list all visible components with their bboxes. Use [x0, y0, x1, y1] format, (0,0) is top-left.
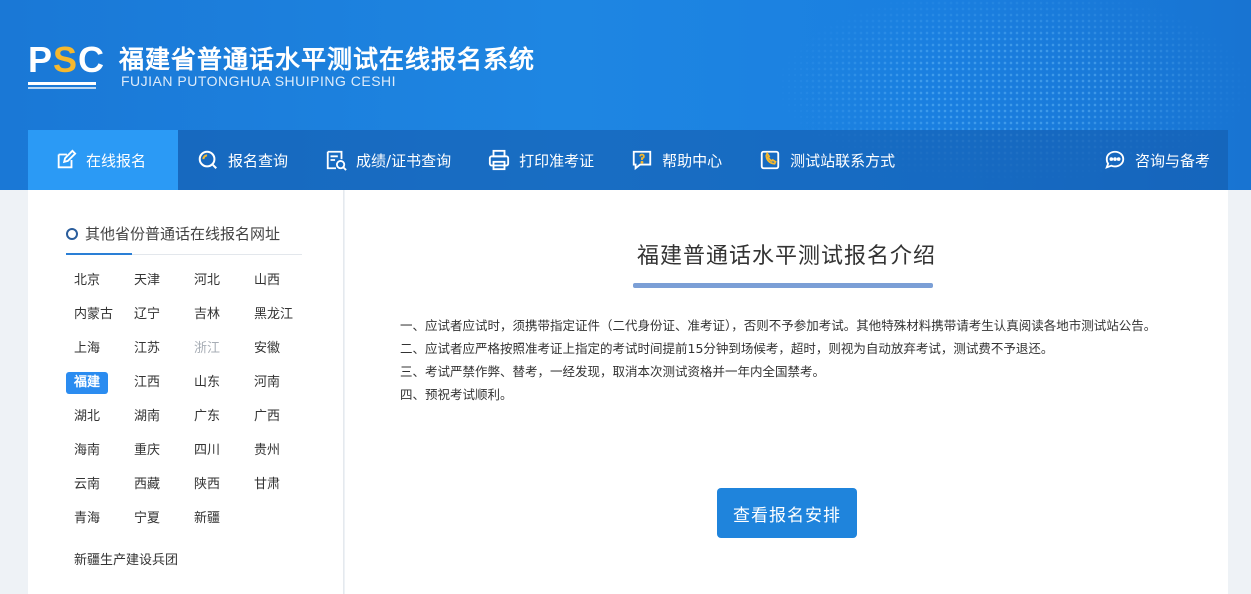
province-link[interactable]: 山东 [186, 372, 228, 394]
search-icon [196, 148, 220, 172]
province-link[interactable]: 浙江 [186, 338, 228, 360]
site-title: 福建省普通话水平测试在线报名系统 [119, 45, 536, 74]
psc-logo[interactable]: PSC [28, 40, 104, 92]
province-link[interactable]: 江西 [126, 372, 168, 394]
certificate-search-icon [324, 148, 348, 172]
notice-paragraph: 三、考试严禁作弊、替考，一经发现，取消本次测试资格并一年内全国禁考。 [400, 364, 826, 379]
province-link[interactable]: 安徽 [246, 338, 288, 360]
province-link[interactable]: 海南 [66, 440, 108, 462]
province-link[interactable]: 陕西 [186, 474, 228, 496]
header: PSC 福建省普通话水平测试在线报名系统 FUJIAN PUTONGHUA SH… [0, 0, 1251, 190]
nav-item-registration-query[interactable]: 报名查询 [178, 130, 306, 190]
circle-bullet-icon [66, 227, 78, 240]
province-link[interactable]: 上海 [66, 338, 108, 360]
view-registration-schedule-button[interactable]: 查看报名安排 [717, 488, 857, 538]
province-link[interactable]: 青海 [66, 508, 108, 530]
province-link[interactable]: 湖南 [126, 406, 168, 428]
province-link[interactable]: 黑龙江 [246, 304, 301, 326]
province-link[interactable]: 重庆 [126, 440, 168, 462]
province-link[interactable]: 山西 [246, 270, 288, 292]
nav-item-test-station-contact[interactable]: 测试站联系方式 [740, 130, 913, 190]
province-link[interactable]: 辽宁 [126, 304, 168, 326]
notice-paragraph: 四、预祝考试顺利。 [400, 387, 513, 402]
province-link[interactable]: 河南 [246, 372, 288, 394]
province-link[interactable]: 湖北 [66, 406, 108, 428]
province-link[interactable]: 宁夏 [126, 508, 168, 530]
province-link[interactable]: 甘肃 [246, 474, 288, 496]
main-nav: 在线报名 报名查询 成绩/证书查询 打印准考证 帮助中心 测试站联系方式 咨询与… [28, 130, 1228, 190]
help-icon [630, 148, 654, 172]
sidebar: 其他省份普通话在线报名网址 新疆生产建设兵团 北京 天津 河北 山西内蒙古 辽宁 吉林 黑龙… [28, 190, 344, 594]
province-link[interactable]: 新疆 [186, 508, 228, 530]
province-link[interactable]: 西藏 [126, 474, 168, 496]
province-link[interactable]: 吉林 [186, 304, 228, 326]
province-link[interactable]: 广西 [246, 406, 288, 428]
province-link[interactable]: 天津 [126, 270, 168, 292]
nav-item-consult-prepare[interactable]: 咨询与备考 [1085, 130, 1228, 190]
chat-icon [1103, 148, 1127, 172]
printer-icon [487, 148, 511, 172]
province-link[interactable]: 四川 [186, 440, 228, 462]
province-link[interactable]: 河北 [186, 270, 228, 292]
province-link[interactable]: 云南 [66, 474, 108, 496]
edit-icon [54, 148, 78, 172]
title-decoration-bar [633, 283, 933, 288]
phone-icon [758, 148, 782, 172]
province-link-xinjiang-corps[interactable]: 新疆生产建设兵团 [66, 550, 186, 572]
nav-item-help-center[interactable]: 帮助中心 [612, 130, 740, 190]
province-link[interactable]: 贵州 [246, 440, 288, 462]
notice-paragraph: 一、应试者应试时，须携带指定证件（二代身份证、准考证），否则不予参加考试。其他特… [400, 318, 1157, 333]
main-content: 福建普通话水平测试报名介绍 一、应试者应试时，须携带指定证件（二代身份证、准考证… [345, 190, 1228, 594]
province-link[interactable]: 北京 [66, 270, 108, 292]
notice-content: 一、应试者应试时，须携带指定证件（二代身份证、准考证），否则不予参加考试。其他特… [400, 314, 1190, 406]
nav-item-print-admission-ticket[interactable]: 打印准考证 [469, 130, 612, 190]
province-link[interactable]: 广东 [186, 406, 228, 428]
nav-item-score-certificate-query[interactable]: 成绩/证书查询 [306, 130, 469, 190]
nav-item-online-registration[interactable]: 在线报名 [28, 130, 178, 190]
sidebar-title: 其他省份普通话在线报名网址 [66, 223, 280, 244]
page-title: 福建普通话水平测试报名介绍 [636, 244, 936, 269]
notice-paragraph: 二、应试者应严格按照准考证上指定的考试时间提前15分钟到场候考，超时，则视为自动… [400, 341, 1054, 356]
province-link[interactable]: 福建 [66, 372, 109, 394]
province-link[interactable]: 江苏 [126, 338, 168, 360]
province-link[interactable]: 内蒙古 [66, 304, 121, 326]
site-subtitle: FUJIAN PUTONGHUA SHUIPING CESHI [121, 73, 397, 89]
